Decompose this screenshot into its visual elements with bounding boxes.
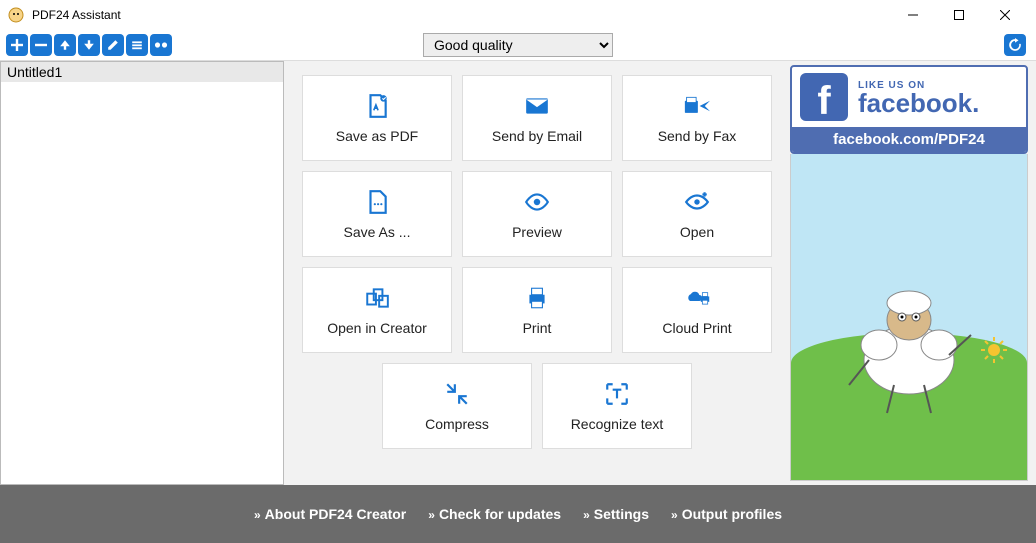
close-button[interactable]	[982, 0, 1028, 30]
ocr-icon	[604, 380, 630, 408]
send-fax-tile[interactable]: Send by Fax	[622, 75, 772, 161]
edit-icon[interactable]	[102, 34, 124, 56]
footer-bar: »About PDF24 Creator »Check for updates …	[0, 485, 1036, 543]
cloud-print-icon	[684, 284, 710, 312]
tile-label: Save As ...	[344, 224, 411, 240]
remove-icon[interactable]	[30, 34, 52, 56]
fax-icon	[684, 92, 710, 120]
compress-tile[interactable]: Compress	[382, 363, 532, 449]
footer-settings[interactable]: »Settings	[583, 506, 649, 522]
footer-profiles[interactable]: »Output profiles	[671, 506, 782, 522]
creator-icon	[364, 284, 390, 312]
preview-tile[interactable]: Preview	[462, 171, 612, 257]
tile-label: Send by Email	[492, 128, 582, 144]
save-as-pdf-tile[interactable]: Save as PDF	[302, 75, 452, 161]
tile-label: Recognize text	[571, 416, 664, 432]
mascot-image	[790, 154, 1028, 481]
pdf-icon	[364, 92, 390, 120]
footer-about[interactable]: »About PDF24 Creator	[254, 506, 406, 522]
print-tile[interactable]: Print	[462, 267, 612, 353]
facebook-box[interactable]: f LIKE US ON facebook. facebook.com/PDF2…	[790, 65, 1028, 154]
refresh-icon[interactable]	[1004, 34, 1026, 56]
send-email-tile[interactable]: Send by Email	[462, 75, 612, 161]
quality-select[interactable]: Good quality	[423, 33, 613, 57]
saveas-icon	[364, 188, 390, 216]
save-as-tile[interactable]: Save As ...	[302, 171, 452, 257]
footer-updates[interactable]: »Check for updates	[428, 506, 561, 522]
window-title: PDF24 Assistant	[32, 8, 890, 22]
cloud-print-tile[interactable]: Cloud Print	[622, 267, 772, 353]
down-icon[interactable]	[78, 34, 100, 56]
up-icon[interactable]	[54, 34, 76, 56]
add-icon[interactable]	[6, 34, 28, 56]
dual-view-icon[interactable]	[150, 34, 172, 56]
toolbar: Good quality	[0, 30, 1036, 60]
quality-select-wrap: Good quality	[423, 33, 613, 57]
compress-icon	[444, 380, 470, 408]
tile-label: Compress	[425, 416, 489, 432]
app-icon	[8, 7, 24, 23]
eye-plus-icon	[684, 188, 710, 216]
tile-label: Open	[680, 224, 714, 240]
tile-label: Send by Fax	[658, 128, 737, 144]
mail-icon	[524, 92, 550, 120]
title-bar: PDF24 Assistant	[0, 0, 1036, 30]
file-list[interactable]: Untitled1	[0, 61, 284, 485]
tile-label: Cloud Print	[662, 320, 731, 336]
open-tile[interactable]: Open	[622, 171, 772, 257]
tile-label: Preview	[512, 224, 562, 240]
print-icon	[524, 284, 550, 312]
content-area: Untitled1 Save as PDF Send by Email Send…	[0, 60, 1036, 485]
fb-url-text: facebook.com/PDF24	[792, 127, 1026, 152]
action-grid: Save as PDF Send by Email Send by Fax Sa…	[284, 61, 790, 485]
tile-label: Print	[523, 320, 552, 336]
fb-brand-text: facebook.	[858, 91, 979, 115]
ocr-tile[interactable]: Recognize text	[542, 363, 692, 449]
tile-label: Save as PDF	[336, 128, 418, 144]
minimize-button[interactable]	[890, 0, 936, 30]
list-item[interactable]: Untitled1	[1, 62, 283, 83]
facebook-icon: f	[800, 73, 848, 121]
tile-label: Open in Creator	[327, 320, 427, 336]
maximize-button[interactable]	[936, 0, 982, 30]
open-creator-tile[interactable]: Open in Creator	[302, 267, 452, 353]
menu-icon[interactable]	[126, 34, 148, 56]
ad-panel: f LIKE US ON facebook. facebook.com/PDF2…	[790, 65, 1028, 481]
eye-icon	[524, 188, 550, 216]
